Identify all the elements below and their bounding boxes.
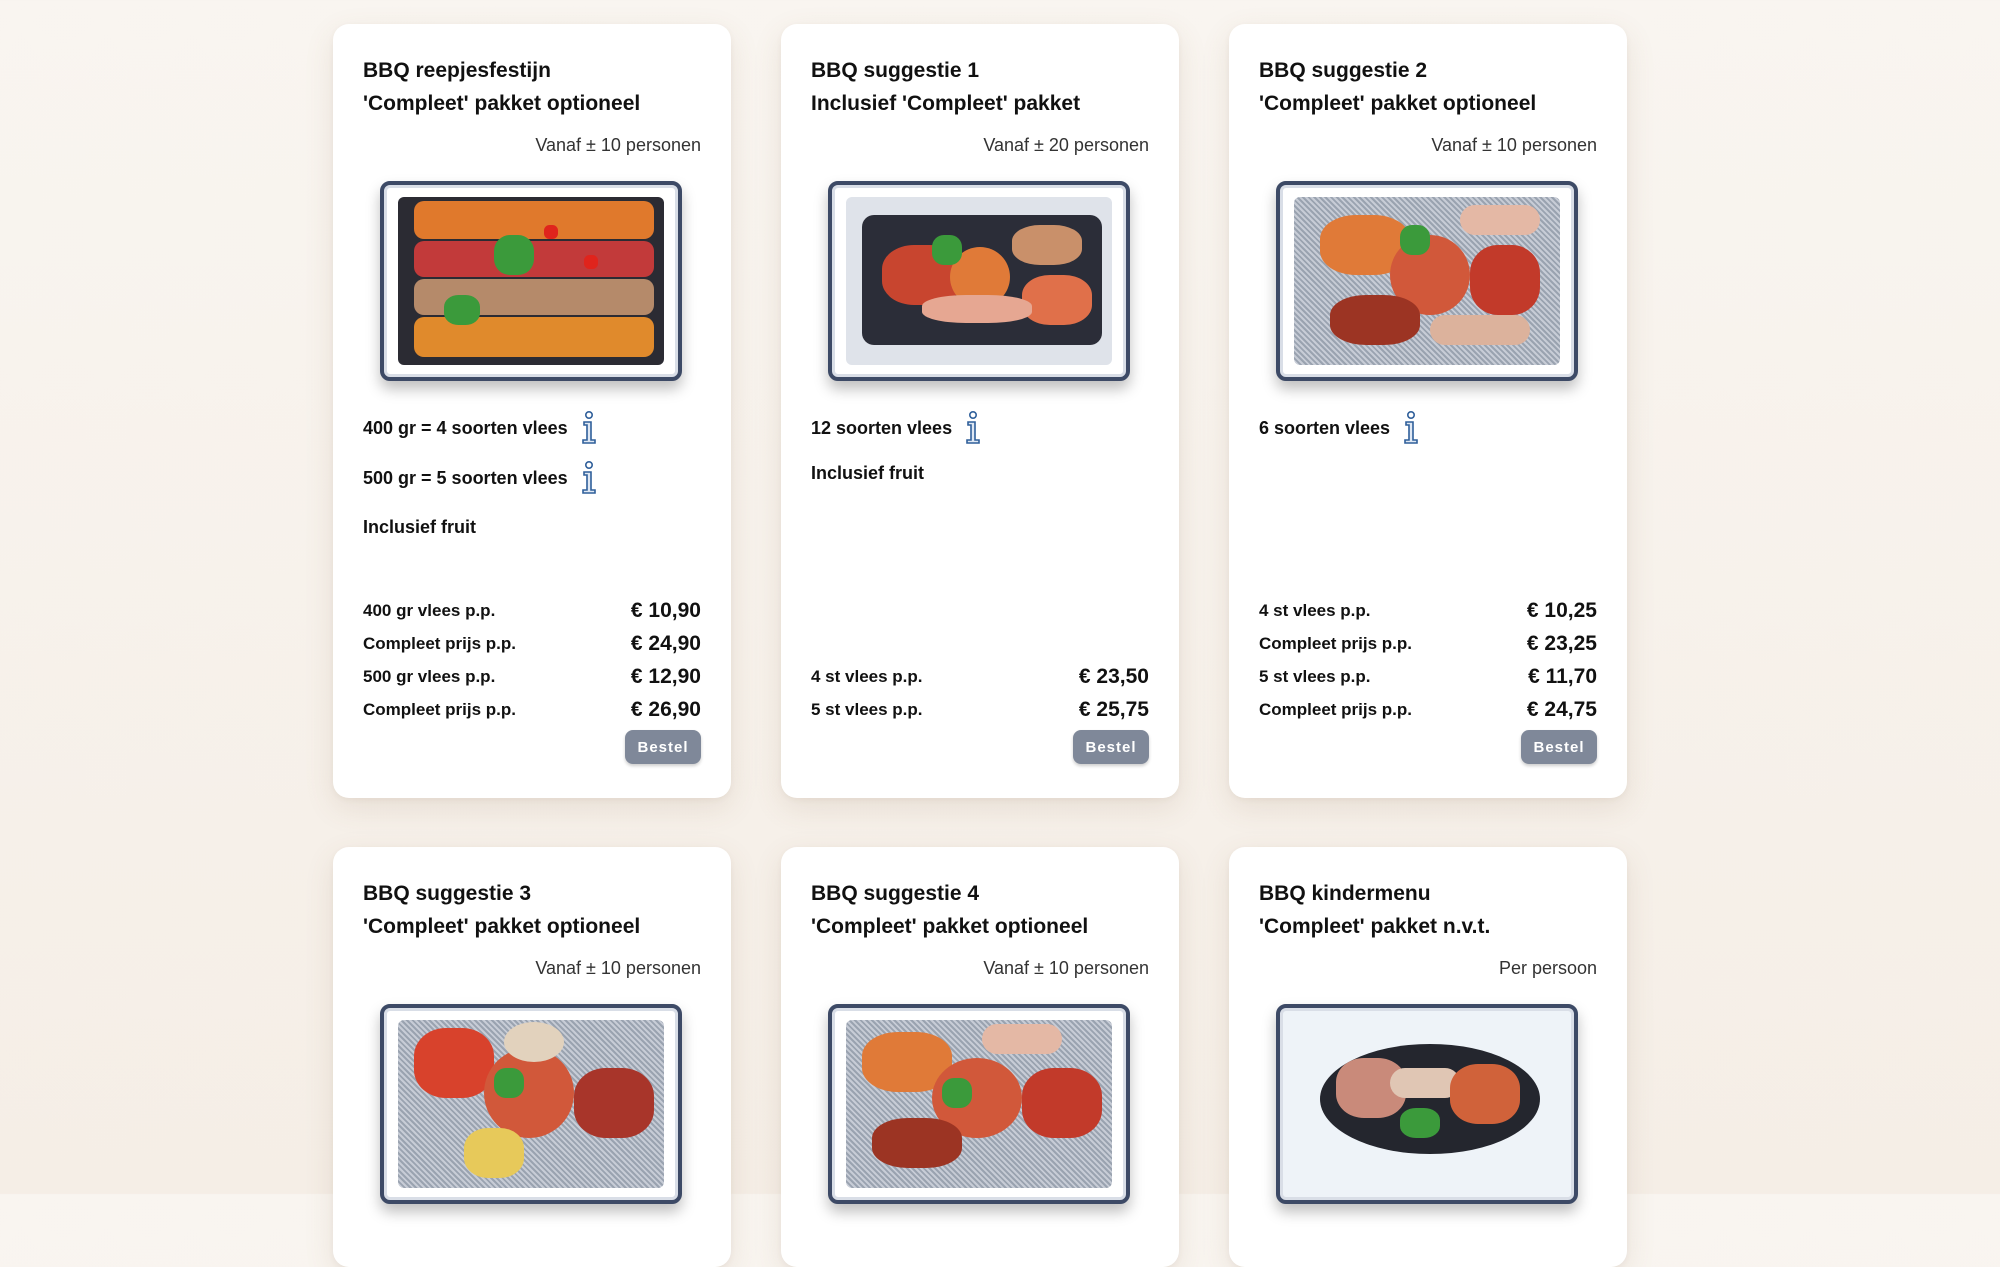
card-title: BBQ kindermenu — [1259, 882, 1431, 905]
product-card-suggestie-3: BBQ suggestie 3 'Compleet' pakket option… — [333, 847, 731, 1267]
card-title: BBQ reepjesfestijn — [363, 59, 551, 82]
persons-label: Vanaf ± 10 personen — [535, 958, 701, 978]
meta-text: 500 gr = 5 soorten vlees — [363, 467, 568, 488]
price-label: Compleet prijs p.p. — [1259, 633, 1413, 653]
product-image[interactable] — [380, 1004, 682, 1204]
price-label: Compleet prijs p.p. — [1259, 699, 1413, 719]
price-label: 400 gr vlees p.p. — [363, 600, 496, 620]
price-row: 5 st vlees p.p. € 25,75 — [811, 693, 1149, 726]
product-image[interactable] — [1276, 1004, 1578, 1204]
product-image[interactable] — [380, 181, 682, 381]
cut-off-text — [400, 0, 1600, 6]
card-title: BBQ suggestie 1 — [811, 59, 980, 82]
product-image[interactable] — [828, 181, 1130, 381]
price-label: Compleet prijs p.p. — [363, 633, 517, 653]
price-label: 5 st vlees p.p. — [1259, 666, 1371, 686]
persons-label: Per persoon — [1498, 958, 1597, 978]
price-list: 4 st vlees p.p. € 23,50 5 st vlees p.p. € … — [811, 660, 1149, 726]
meta-row: 12 soorten vlees — [811, 403, 1149, 453]
price-row: Compleet prijs p.p. € 24,90 — [363, 627, 701, 660]
price-row: Compleet prijs p.p. € 23,25 — [1259, 627, 1597, 660]
price-label: 5 st vlees p.p. — [811, 699, 923, 719]
persons-label: Vanaf ± 10 personen — [535, 135, 701, 155]
info-icon[interactable] — [580, 411, 598, 445]
product-card-reepjesfestijn: BBQ reepjesfestijn 'Compleet' pakket opt… — [333, 24, 731, 798]
product-card-suggestie-2: BBQ suggestie 2 'Compleet' pakket option… — [1229, 24, 1627, 798]
price-value: € 25,75 — [1078, 697, 1149, 721]
price-row: 400 gr vlees p.p. € 10,90 — [363, 594, 701, 627]
meta-text: 400 gr = 4 soorten vlees — [363, 417, 568, 438]
meta-text: 12 soorten vlees — [811, 417, 953, 438]
price-value: € 26,90 — [630, 697, 701, 721]
persons-label: Vanaf ± 20 personen — [983, 135, 1149, 155]
price-value: € 12,90 — [630, 664, 701, 688]
product-image[interactable] — [1276, 181, 1578, 381]
card-subtitle: 'Compleet' pakket optioneel — [363, 92, 641, 115]
card-subtitle: 'Compleet' pakket n.v.t. — [1259, 915, 1491, 938]
card-title: BBQ suggestie 2 — [1259, 59, 1428, 82]
card-title: BBQ suggestie 3 — [363, 882, 532, 905]
price-value: € 11,70 — [1528, 664, 1597, 688]
price-label: Compleet prijs p.p. — [363, 699, 517, 719]
product-image[interactable] — [828, 1004, 1130, 1204]
info-icon[interactable] — [964, 411, 982, 445]
price-label: 4 st vlees p.p. — [811, 666, 923, 686]
persons-label: Vanaf ± 10 personen — [983, 958, 1149, 978]
price-value: € 10,25 — [1526, 598, 1597, 622]
meta-row: 6 soorten vlees — [1259, 403, 1597, 453]
price-row: 5 st vlees p.p. € 11,70 — [1259, 660, 1597, 693]
price-label: 500 gr vlees p.p. — [363, 666, 496, 686]
card-subtitle: 'Compleet' pakket optioneel — [363, 915, 641, 938]
meta-row: 400 gr = 4 soorten vlees — [363, 403, 701, 453]
meta-row: 500 gr = 5 soorten vlees — [363, 453, 701, 503]
info-icon[interactable] — [1402, 411, 1420, 445]
card-subtitle: 'Compleet' pakket optioneel — [811, 915, 1089, 938]
product-card-kindermenu: BBQ kindermenu 'Compleet' pakket n.v.t. … — [1229, 847, 1627, 1267]
price-value: € 23,50 — [1078, 664, 1149, 688]
price-row: 4 st vlees p.p. € 23,50 — [811, 660, 1149, 693]
order-button[interactable]: Bestel — [1073, 730, 1149, 764]
price-value: € 10,90 — [630, 598, 701, 622]
fruit-label: Inclusief fruit — [811, 463, 925, 483]
product-card-suggestie-1: BBQ suggestie 1 Inclusief 'Compleet' pak… — [781, 24, 1179, 798]
card-subtitle: Inclusief 'Compleet' pakket — [811, 92, 1081, 115]
order-button[interactable]: Bestel — [625, 730, 701, 764]
card-subtitle: 'Compleet' pakket optioneel — [1259, 92, 1537, 115]
card-title: BBQ suggestie 4 — [811, 882, 980, 905]
price-row: 500 gr vlees p.p. € 12,90 — [363, 660, 701, 693]
price-list: 4 st vlees p.p. € 10,25 Compleet prijs p.… — [1259, 594, 1597, 726]
price-row: Compleet prijs p.p. € 26,90 — [363, 693, 701, 726]
price-row: Compleet prijs p.p. € 24,75 — [1259, 693, 1597, 726]
order-button[interactable]: Bestel — [1521, 730, 1597, 764]
info-icon[interactable] — [580, 461, 598, 495]
fruit-label: Inclusief fruit — [363, 517, 477, 537]
meta-text: 6 soorten vlees — [1259, 417, 1391, 438]
price-list: 400 gr vlees p.p. € 10,90 Compleet prijs … — [363, 594, 701, 726]
price-value: € 24,75 — [1526, 697, 1597, 721]
price-value: € 24,90 — [630, 631, 701, 655]
product-card-suggestie-4: BBQ suggestie 4 'Compleet' pakket option… — [781, 847, 1179, 1267]
persons-label: Vanaf ± 10 personen — [1431, 135, 1597, 155]
price-value: € 23,25 — [1526, 631, 1597, 655]
price-row: 4 st vlees p.p. € 10,25 — [1259, 594, 1597, 627]
price-label: 4 st vlees p.p. — [1259, 600, 1371, 620]
